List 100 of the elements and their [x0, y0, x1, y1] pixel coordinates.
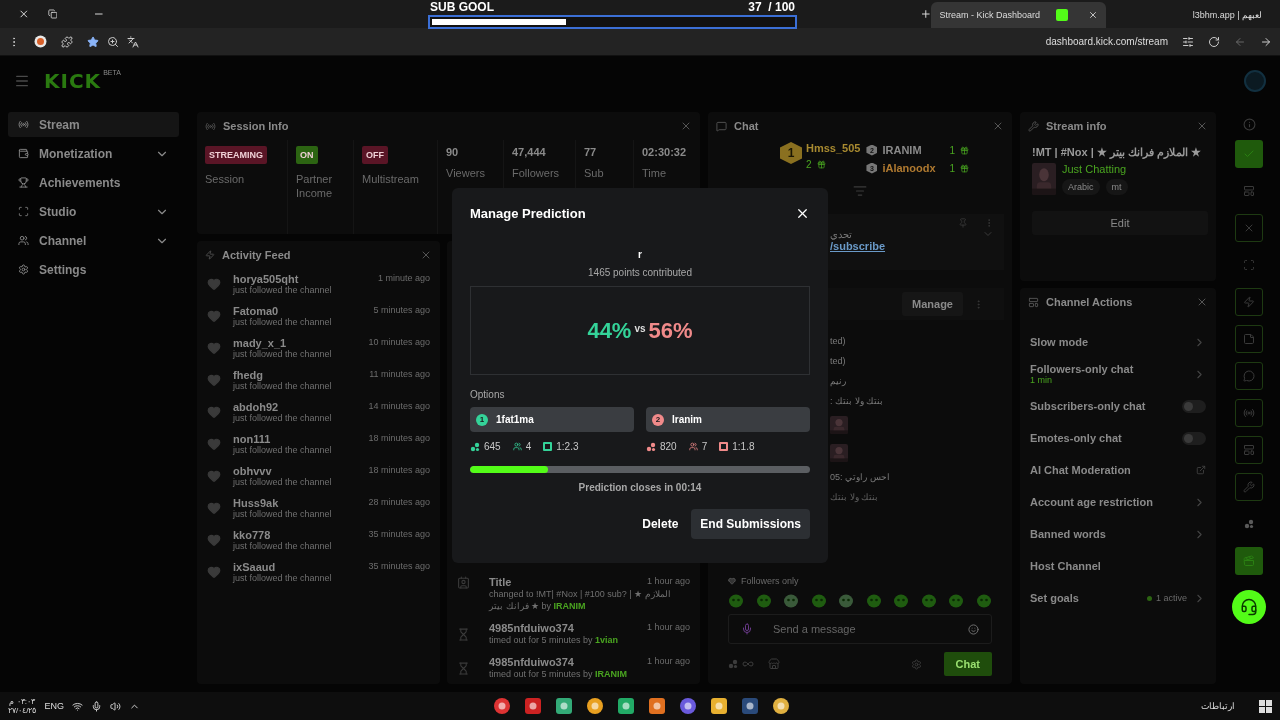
- app-icon[interactable]: [709, 697, 728, 715]
- username: Hmss_505: [806, 142, 861, 154]
- manage-button[interactable]: Manage: [902, 292, 963, 316]
- close-icon[interactable]: [795, 206, 810, 221]
- close-icon[interactable]: [18, 8, 30, 20]
- sidebar-item[interactable]: Studio: [8, 199, 179, 224]
- address-bar[interactable]: dashboard.kick.com/stream: [1045, 36, 1168, 47]
- volume-icon[interactable]: [109, 700, 121, 712]
- support-button[interactable]: [1232, 590, 1266, 624]
- app-icon[interactable]: [647, 697, 666, 715]
- check-button[interactable]: [1235, 140, 1263, 168]
- video-button[interactable]: [1235, 436, 1263, 464]
- app-icon[interactable]: [740, 697, 759, 715]
- profile-icon[interactable]: [34, 35, 47, 48]
- emote-icon[interactable]: [810, 592, 827, 608]
- sidebar-item[interactable]: Settings: [8, 257, 179, 282]
- toggle-switch[interactable]: [1182, 399, 1206, 413]
- sidebar-item[interactable]: Achievements: [8, 170, 179, 195]
- emote-icon[interactable]: [728, 592, 744, 608]
- edit-button[interactable]: Edit: [1032, 211, 1208, 235]
- chat-button[interactable]: [1235, 362, 1263, 390]
- zoom-icon[interactable]: [107, 35, 119, 48]
- bookmark-icon[interactable]: [87, 35, 99, 48]
- channel-action[interactable]: Set goals 1 active: [1030, 582, 1206, 614]
- chat-message: 05: احس راوتي: [830, 472, 891, 482]
- tag[interactable]: Arabic: [1062, 179, 1100, 195]
- tag[interactable]: mt: [1105, 179, 1128, 195]
- site-settings-icon[interactable]: [1182, 35, 1194, 48]
- channel-action[interactable]: Emotes-only chat: [1030, 422, 1206, 454]
- emote-icon[interactable]: [948, 592, 965, 608]
- delete-button[interactable]: Delete: [633, 509, 688, 539]
- heart-icon: [207, 469, 221, 483]
- activity-text: just followed the channel: [233, 445, 333, 455]
- chat-send-button[interactable]: Chat: [943, 652, 992, 676]
- username: obhvvv: [233, 465, 273, 477]
- heart-icon: [728, 577, 736, 585]
- network-icon[interactable]: [71, 700, 83, 712]
- app-icon[interactable]: [678, 697, 697, 715]
- channel-action[interactable]: Banned words: [1030, 518, 1206, 550]
- channel-action[interactable]: Followers-only chat 1 min: [1030, 358, 1206, 390]
- message-field[interactable]: Send a message: [728, 614, 992, 644]
- browser-tab[interactable]: l3bhm.app | لعبهم: [1105, 2, 1270, 28]
- wrench-button[interactable]: [1235, 473, 1263, 501]
- emote-icon[interactable]: [783, 592, 800, 608]
- channel-action[interactable]: AI Chat Moderation: [1030, 454, 1206, 486]
- message-input[interactable]: Send a message: [771, 622, 950, 636]
- translate-icon[interactable]: [127, 35, 139, 48]
- back-icon[interactable]: [1234, 35, 1246, 48]
- close-button[interactable]: [1235, 214, 1263, 242]
- channel-action[interactable]: Slow mode: [1030, 326, 1206, 358]
- app-icon[interactable]: [616, 697, 635, 715]
- stat-label: Viewers: [446, 166, 486, 180]
- channel-action[interactable]: Account age restriction: [1030, 486, 1206, 518]
- category-link[interactable]: Just Chatting: [1062, 163, 1128, 175]
- end-submissions-button[interactable]: End Submissions: [691, 509, 810, 539]
- language-indicator[interactable]: ENG: [44, 701, 64, 711]
- option-button[interactable]: 2 Iranim: [646, 407, 810, 432]
- app-icon[interactable]: [554, 697, 573, 715]
- close-tab-icon[interactable]: [1087, 10, 1098, 20]
- option-button[interactable]: 1 1fat1ma: [470, 407, 634, 432]
- emote-icon[interactable]: [838, 592, 855, 608]
- emote-icon[interactable]: [920, 592, 937, 608]
- broadcast-button[interactable]: [1235, 399, 1263, 427]
- windows-icon[interactable]: [1259, 699, 1272, 713]
- avatar[interactable]: [1244, 70, 1266, 92]
- emote-icon[interactable]: [975, 592, 992, 608]
- app-icon[interactable]: [492, 697, 511, 715]
- note-button[interactable]: [1235, 325, 1263, 353]
- app-icon[interactable]: [523, 697, 542, 715]
- goal-status: 1 active: [1155, 593, 1187, 603]
- panel-title: Session Info: [223, 120, 289, 132]
- username: Fatoma0: [233, 305, 280, 317]
- channel-action[interactable]: Host Channel: [1030, 550, 1206, 582]
- toggle-switch[interactable]: [1182, 431, 1206, 445]
- sidebar-item[interactable]: Channel: [8, 228, 179, 253]
- sidebar-item[interactable]: Monetization: [8, 141, 179, 166]
- settings-icon[interactable]: [910, 658, 922, 670]
- info-icon[interactable]: [1242, 118, 1256, 131]
- reload-icon[interactable]: [1208, 35, 1220, 48]
- emoji-icon[interactable]: [968, 623, 979, 635]
- clapper-button[interactable]: [1235, 547, 1263, 575]
- heart-icon: [207, 277, 221, 291]
- extensions-icon[interactable]: [61, 35, 73, 48]
- sidebar-item[interactable]: Stream: [8, 112, 179, 137]
- store-icon[interactable]: [768, 658, 780, 670]
- channel-action[interactable]: Subscribers-only chat: [1030, 390, 1206, 422]
- forward-icon[interactable]: [1260, 35, 1272, 48]
- new-tab-icon[interactable]: [919, 8, 932, 20]
- lightning-button[interactable]: [1235, 288, 1263, 316]
- emote-icon[interactable]: [865, 592, 882, 608]
- restore-icon[interactable]: [47, 9, 58, 19]
- app-icon[interactable]: [585, 697, 604, 715]
- app-icon[interactable]: [771, 697, 790, 715]
- mic-icon[interactable]: [90, 700, 102, 712]
- filter-icon[interactable]: [853, 184, 867, 198]
- browser-tab[interactable]: Stream - Kick Dashboard: [931, 2, 1106, 28]
- emote-icon[interactable]: [893, 592, 910, 608]
- subscribe-link[interactable]: /subscribe: [830, 240, 886, 252]
- emote-icon[interactable]: [755, 592, 772, 608]
- tray-label[interactable]: ارتباطات: [1201, 701, 1235, 711]
